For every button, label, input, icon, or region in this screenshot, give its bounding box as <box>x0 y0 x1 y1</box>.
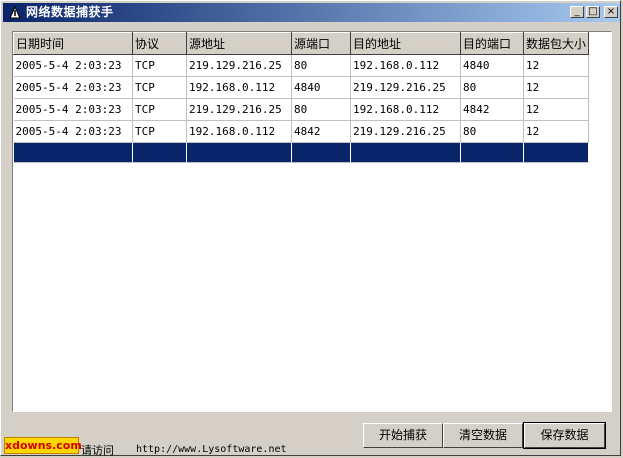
cell-packet-size: 12 <box>523 98 590 121</box>
cell-dest-address: 192.168.0.112 <box>350 98 461 121</box>
website-link[interactable]: http://www.Lysoftware.net <box>136 444 287 455</box>
column-header-dest-port[interactable]: 目的端口 <box>460 32 524 55</box>
visit-label: 请访问 <box>81 444 114 457</box>
table-row[interactable]: 2005-5-4 2:03:23 TCP 219.129.216.25 80 1… <box>13 98 590 121</box>
header-row: 日期时间 协议 源地址 源端口 目的地址 目的端口 数据包大小 <box>13 32 590 55</box>
cell-dest-address: 192.168.0.112 <box>350 54 461 77</box>
cell-source-address: 219.129.216.25 <box>186 98 292 121</box>
cell-packet-size: 12 <box>523 120 590 143</box>
packet-grid[interactable]: 日期时间 协议 源地址 源端口 目的地址 目的端口 数据包大小 2005-5-4… <box>12 31 612 412</box>
cell-dest-port: 80 <box>460 76 524 99</box>
packet-table: 日期时间 协议 源地址 源端口 目的地址 目的端口 数据包大小 2005-5-4… <box>13 32 590 163</box>
cell-source-port: 80 <box>291 54 351 77</box>
cell-source-address: 192.168.0.112 <box>186 120 292 143</box>
cell-dest-address: 219.129.216.25 <box>350 76 461 99</box>
table-row-selected[interactable] <box>13 142 590 163</box>
close-button[interactable]: × <box>604 6 618 18</box>
column-header-protocol[interactable]: 协议 <box>132 32 187 55</box>
save-data-button[interactable]: 保存数据 <box>523 422 606 449</box>
cell-empty <box>13 142 133 163</box>
cell-protocol: TCP <box>132 120 187 143</box>
column-header-datetime[interactable]: 日期时间 <box>13 32 133 55</box>
watermark-logo: xdowns.com <box>4 437 82 454</box>
maximize-button[interactable]: □ <box>586 6 600 18</box>
cell-datetime: 2005-5-4 2:03:23 <box>13 120 133 143</box>
main-window: 网络数据捕获手 _ □ × 日期时间 协议 源地址 源端口 目的地址 目的端口 … <box>0 0 621 457</box>
cell-empty <box>460 142 524 163</box>
cell-source-address: 219.129.216.25 <box>186 54 292 77</box>
cell-datetime: 2005-5-4 2:03:23 <box>13 54 133 77</box>
window-title: 网络数据捕获手 <box>26 5 114 19</box>
cell-dest-port: 4840 <box>460 54 524 77</box>
cell-empty <box>132 142 187 163</box>
table-row[interactable]: 2005-5-4 2:03:23 TCP 219.129.216.25 80 1… <box>13 54 590 77</box>
cell-empty <box>350 142 461 163</box>
cell-source-port: 80 <box>291 98 351 121</box>
cell-empty <box>523 142 590 163</box>
column-header-source-port[interactable]: 源端口 <box>291 32 351 55</box>
cell-source-port: 4840 <box>291 76 351 99</box>
clear-data-button[interactable]: 清空数据 <box>443 423 523 448</box>
cell-protocol: TCP <box>132 54 187 77</box>
cell-packet-size: 12 <box>523 54 590 77</box>
cell-empty <box>186 142 292 163</box>
cell-protocol: TCP <box>132 76 187 99</box>
cell-datetime: 2005-5-4 2:03:23 <box>13 98 133 121</box>
table-row[interactable]: 2005-5-4 2:03:23 TCP 192.168.0.112 4840 … <box>13 76 590 99</box>
cell-packet-size: 12 <box>523 76 590 99</box>
column-header-source-address[interactable]: 源地址 <box>186 32 292 55</box>
app-icon <box>9 5 21 19</box>
column-header-packet-size[interactable]: 数据包大小 <box>522 32 590 55</box>
title-bar[interactable]: 网络数据捕获手 _ □ × <box>3 3 620 22</box>
cell-protocol: TCP <box>132 98 187 121</box>
cell-source-port: 4842 <box>291 120 351 143</box>
cell-empty <box>291 142 351 163</box>
minimize-button[interactable]: _ <box>570 6 584 18</box>
table-row[interactable]: 2005-5-4 2:03:23 TCP 192.168.0.112 4842 … <box>13 120 590 143</box>
column-header-dest-address[interactable]: 目的地址 <box>350 32 461 55</box>
cell-datetime: 2005-5-4 2:03:23 <box>13 76 133 99</box>
start-capture-button[interactable]: 开始捕获 <box>363 423 443 448</box>
cell-dest-address: 219.129.216.25 <box>350 120 461 143</box>
cell-source-address: 192.168.0.112 <box>186 76 292 99</box>
cell-dest-port: 80 <box>460 120 524 143</box>
cell-dest-port: 4842 <box>460 98 524 121</box>
